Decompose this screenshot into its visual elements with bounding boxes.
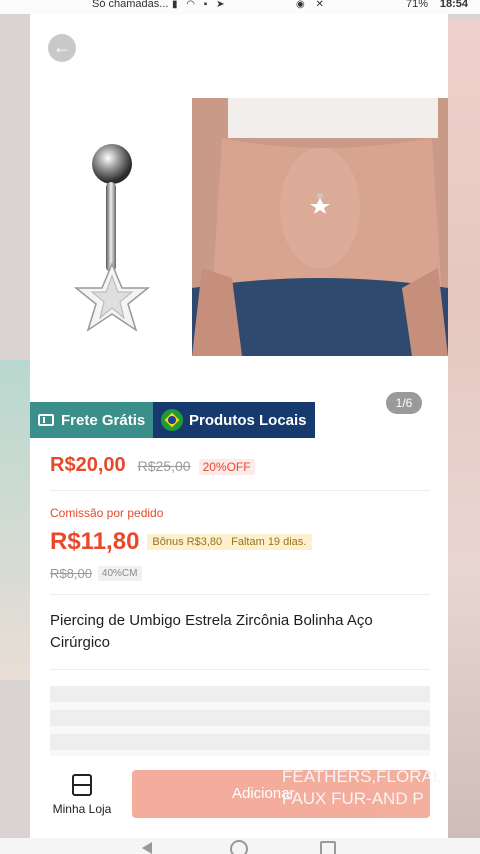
battery-percent: 71% xyxy=(405,0,428,10)
overlay-line-2: FAUX FUR-AND P xyxy=(282,789,424,808)
local-products-label: Produtos Locais xyxy=(189,411,307,429)
my-store-button[interactable]: Minha Loja xyxy=(46,774,118,816)
discount-badge: 20%OFF xyxy=(198,459,255,475)
status-carrier-text: Só chamadas... xyxy=(92,0,169,10)
clock: 18:54 xyxy=(439,0,468,10)
loading-placeholder xyxy=(50,686,430,756)
days-left-badge: Faltam 19 dias. xyxy=(227,534,313,550)
video-overlay-caption: FEATHERS,FLORAL FAUX FUR-AND P xyxy=(282,766,442,810)
my-store-label: Minha Loja xyxy=(52,802,112,816)
current-price: R$20,00 xyxy=(50,454,126,476)
model-wearing-piercing-image xyxy=(192,98,448,356)
commission-rate-tag: 40%CM xyxy=(97,566,142,581)
back-arrow-icon[interactable]: ← xyxy=(48,34,76,62)
product-detail-screen: ← 1/6 Frete Grátis Produtos Locais R$20,… xyxy=(30,14,448,854)
status-bar: Só chamadas... ▮ ◠ ▪ ➤ ◉ ✕ 71% 18:54 xyxy=(0,0,480,14)
commission-old-row: R$8,00 40%CM xyxy=(50,566,142,581)
status-notification-icons: ▮ ◠ ▪ ➤ xyxy=(172,0,228,10)
overlay-line-1: FEATHERS,FLORAL xyxy=(282,767,443,786)
brazil-flag-icon xyxy=(161,409,183,431)
free-shipping-badge: Frete Grátis xyxy=(30,402,153,438)
status-system-icons: ◉ ✕ xyxy=(296,0,328,10)
divider xyxy=(50,669,430,670)
product-image-gallery[interactable] xyxy=(30,96,448,356)
original-price: R$25,00 xyxy=(137,458,191,474)
local-products-badge: Produtos Locais xyxy=(153,402,315,438)
bonus-badge: Bônus R$3,80 xyxy=(147,534,228,550)
divider xyxy=(50,594,430,595)
price-row: R$20,00 R$25,00 20%OFF xyxy=(50,454,255,477)
system-navigation-bar xyxy=(0,838,480,854)
free-shipping-label: Frete Grátis xyxy=(61,411,146,429)
product-title: Piercing de Umbigo Estrela Zircônia Boli… xyxy=(50,612,373,651)
image-counter: 1/6 xyxy=(386,392,422,414)
ticket-icon xyxy=(38,414,54,426)
commission-old-value: R$8,00 xyxy=(50,566,92,581)
nav-home-icon[interactable] xyxy=(230,840,248,854)
commission-value: R$11,80 xyxy=(50,528,140,555)
divider xyxy=(50,490,430,491)
nav-recent-apps-icon[interactable] xyxy=(320,841,336,854)
commission-row: R$11,80 Bônus R$3,80 Faltam 19 dias. xyxy=(50,528,313,556)
piercing-product-image xyxy=(73,144,151,332)
commission-label: Comissão por pedido xyxy=(50,506,164,520)
nav-back-icon[interactable] xyxy=(142,842,152,854)
store-icon xyxy=(72,774,92,796)
badge-row: Frete Grátis Produtos Locais xyxy=(30,402,315,438)
